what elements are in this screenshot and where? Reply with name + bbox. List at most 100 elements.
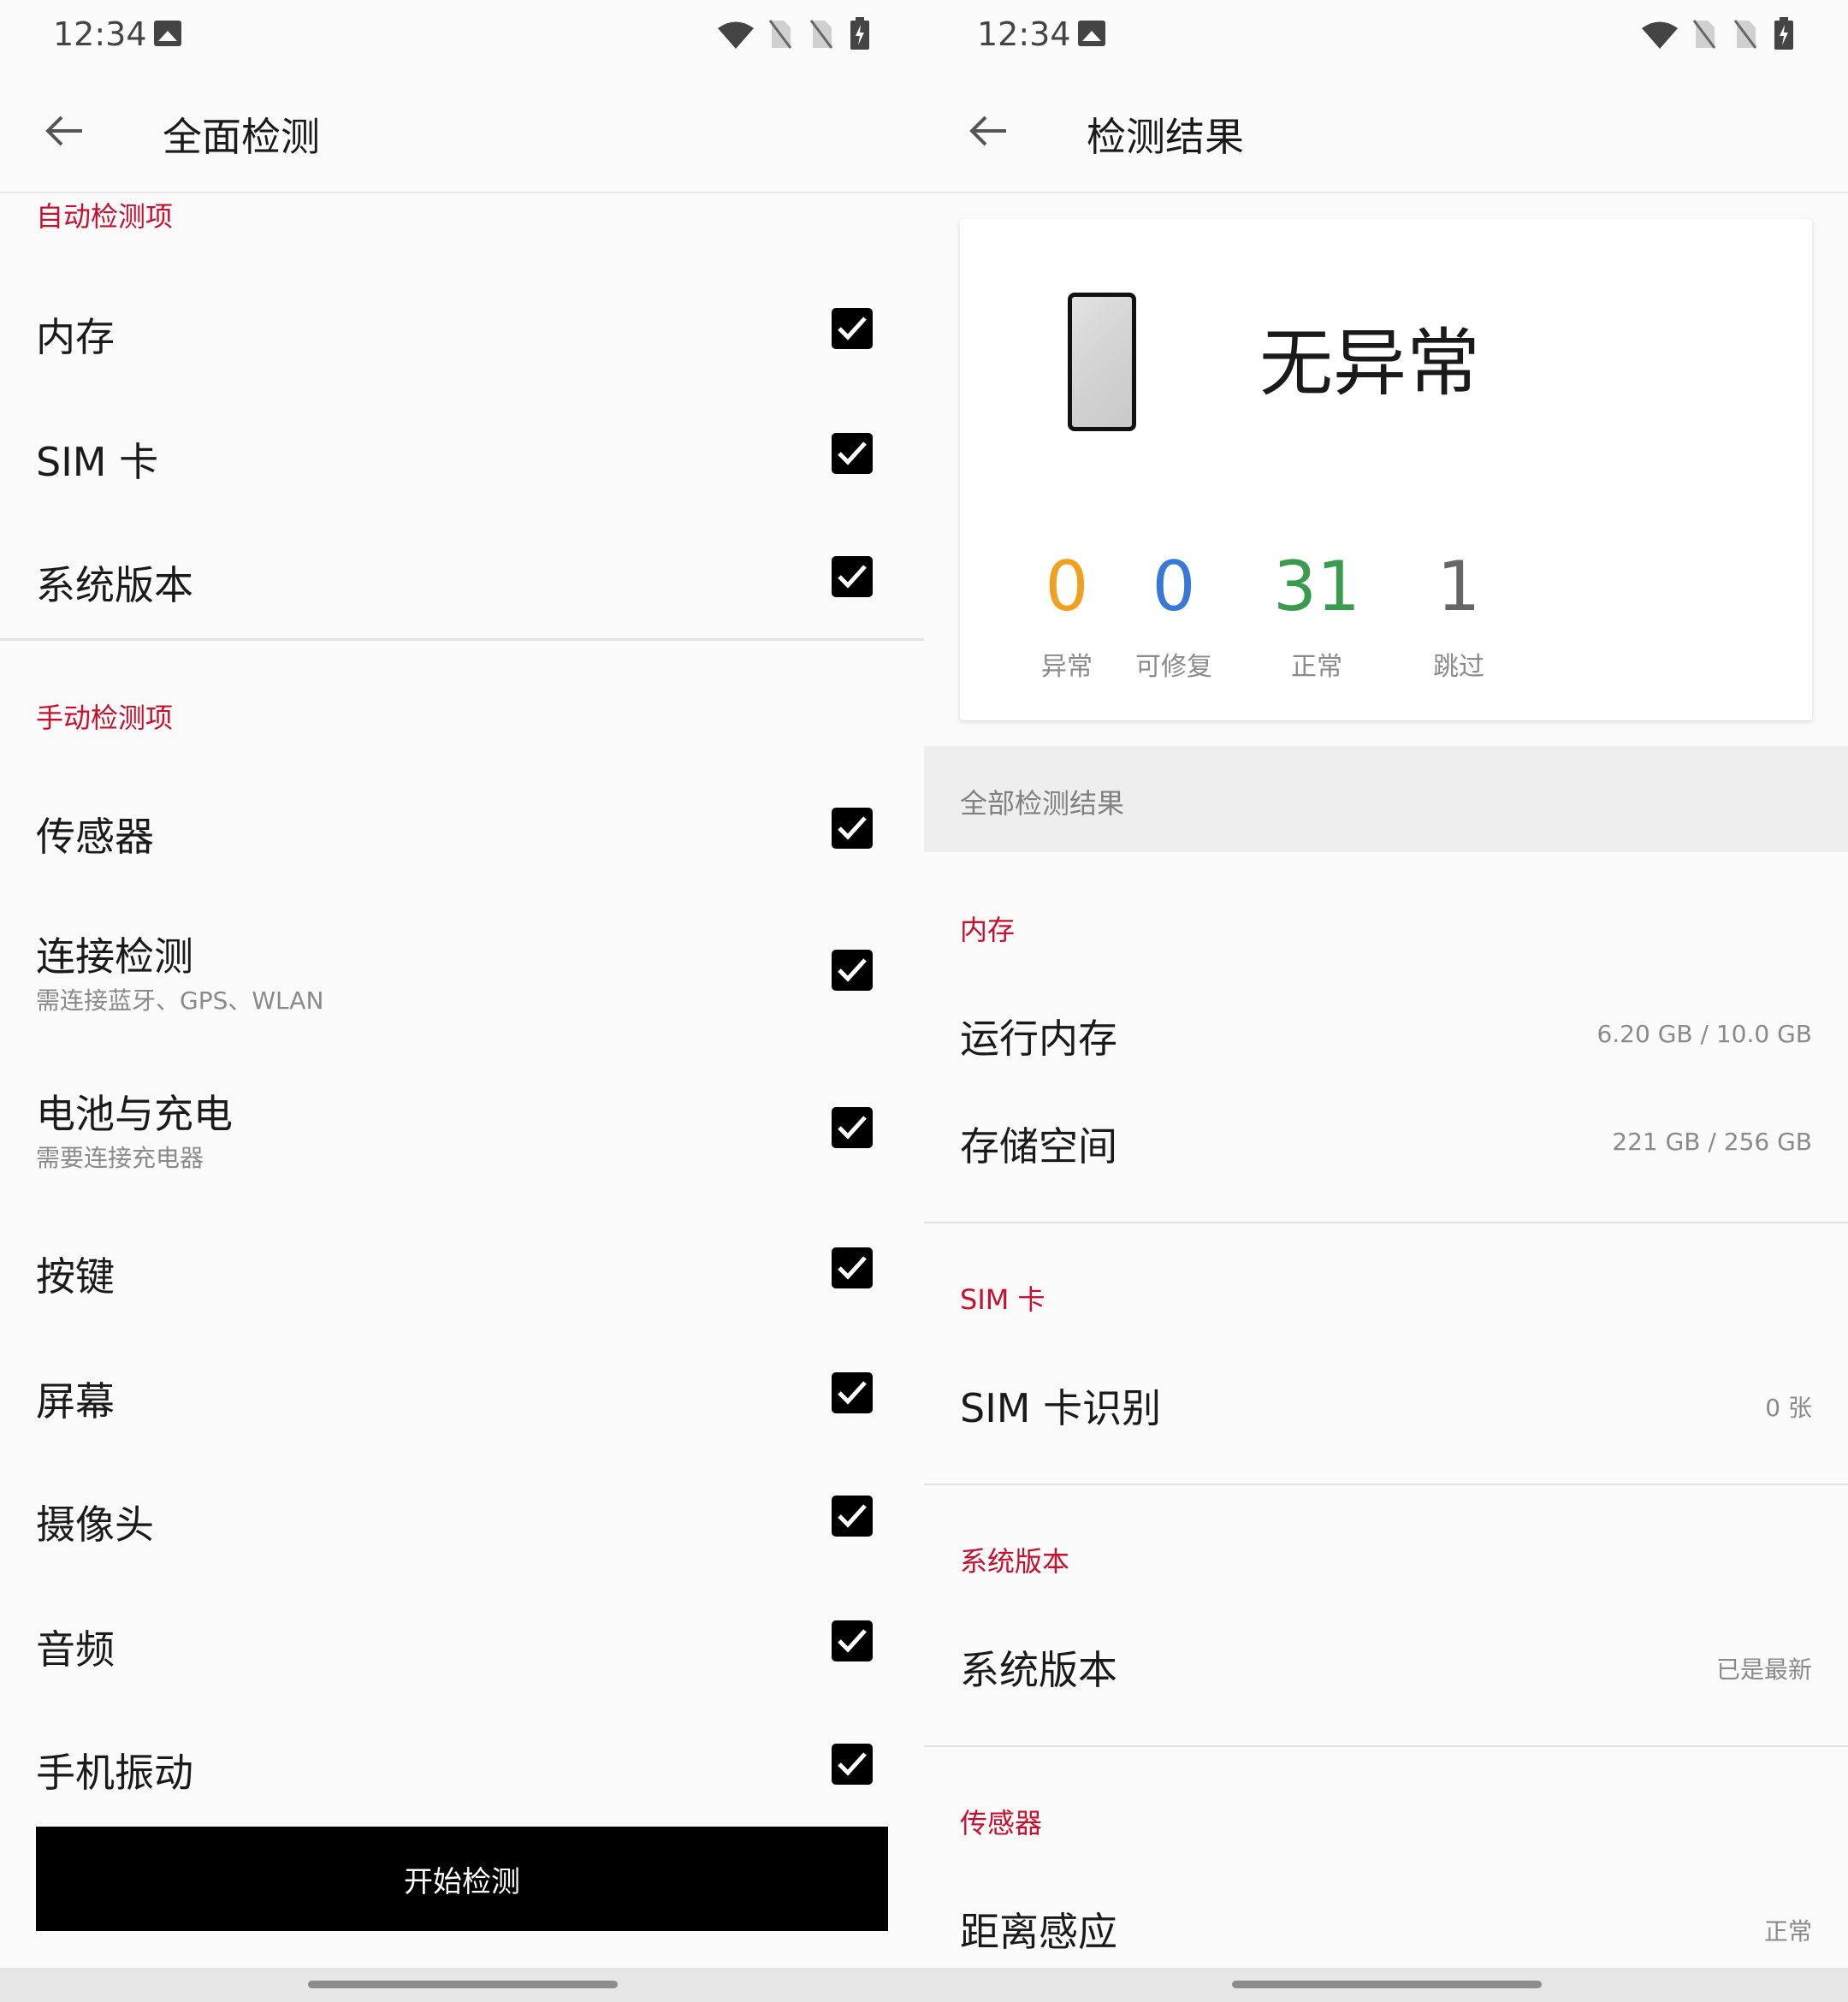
check-item-memory[interactable]: 内存	[0, 270, 924, 390]
section-auto-check: 自动检测项	[36, 200, 174, 233]
section-divider	[924, 1484, 1848, 1485]
result-section-memory: 内存	[960, 914, 1016, 946]
check-item-label: SIM 卡	[36, 439, 159, 485]
checkmark-icon	[838, 441, 867, 465]
wifi-icon	[718, 21, 754, 49]
full-check-screen: 12:34 全面检测 自动检测项 内存 SIM 卡 系统版本 手动检测项 传感器…	[0, 0, 924, 2002]
checkbox-checked[interactable]	[832, 1107, 873, 1148]
wifi-icon	[1642, 21, 1678, 49]
check-item-screen[interactable]: 屏幕	[0, 1335, 924, 1454]
section-divider	[924, 1745, 1848, 1747]
check-item-label: 内存	[36, 314, 115, 360]
check-item-camera[interactable]: 摄像头	[0, 1458, 924, 1578]
app-header: 全面检测	[0, 68, 924, 193]
all-results-header: 全部检测结果	[924, 746, 1848, 852]
status-bar: 12:34	[924, 0, 1848, 68]
stat-value: 1	[1436, 547, 1481, 626]
checkbox-checked[interactable]	[832, 1247, 873, 1288]
page-title: 全面检测	[163, 114, 320, 160]
home-gesture-handle[interactable]	[1232, 1981, 1542, 1988]
no-sim-icon	[768, 20, 792, 49]
checkmark-icon	[838, 1504, 867, 1528]
result-section-sensor: 传感器	[960, 1807, 1043, 1839]
home-gesture-handle[interactable]	[308, 1981, 618, 1988]
check-item-subtitle: 需连接蓝牙、GPS、WLAN	[36, 986, 324, 1015]
battery-charging-icon	[850, 17, 869, 50]
all-results-label: 全部检测结果	[960, 787, 1125, 820]
checkmark-icon	[838, 1629, 867, 1653]
check-item-label: 连接检测	[36, 933, 193, 980]
gesture-nav-bar	[0, 1968, 924, 2002]
checkmark-icon	[838, 816, 867, 840]
check-item-buttons[interactable]: 按键	[0, 1210, 924, 1330]
check-item-label: 屏幕	[36, 1378, 115, 1424]
checkmark-icon	[838, 317, 867, 341]
app-header: 检测结果	[924, 68, 1848, 193]
check-item-label: 音频	[36, 1626, 115, 1673]
checkmark-icon	[838, 1381, 867, 1405]
start-check-button[interactable]: 开始检测	[36, 1827, 888, 1931]
check-item-label: 传感器	[36, 814, 154, 860]
result-item-value: 6.20 GB / 10.0 GB	[1596, 1020, 1812, 1048]
result-section-system-version: 系统版本	[960, 1545, 1070, 1578]
summary-status: 无异常	[1259, 321, 1480, 406]
checkbox-checked[interactable]	[832, 950, 873, 991]
gesture-nav-bar	[924, 1968, 1848, 2002]
result-item-value: 正常	[1763, 1917, 1812, 1946]
result-item-label: 运行内存	[960, 1016, 1117, 1062]
back-arrow-icon[interactable]	[967, 110, 1010, 152]
status-time: 12:34	[977, 15, 1071, 53]
check-item-system-version[interactable]: 系统版本	[0, 518, 924, 638]
section-divider	[924, 1222, 1848, 1223]
checkmark-icon	[838, 565, 867, 589]
checkmark-icon	[838, 1116, 867, 1140]
checkbox-checked[interactable]	[832, 433, 873, 474]
checkmark-icon	[838, 958, 867, 982]
stat-label: 跳过	[1433, 652, 1484, 682]
no-sim-icon	[1733, 20, 1757, 49]
result-item-value: 0 张	[1765, 1394, 1812, 1422]
section-manual-check: 手动检测项	[36, 702, 174, 734]
check-results-screen: 12:34 检测结果 无异常 0 异常 0 可修复 31 正常 1 跳过 全部检…	[924, 0, 1848, 2002]
page-title: 检测结果	[1087, 114, 1244, 160]
result-section-sim: SIM 卡	[960, 1283, 1045, 1316]
check-item-battery[interactable]: 电池与充电 需要连接充电器	[0, 1064, 924, 1210]
status-bar: 12:34	[0, 0, 924, 68]
result-item-value: 221 GB / 256 GB	[1612, 1128, 1812, 1156]
check-item-audio[interactable]: 音频	[0, 1583, 924, 1703]
result-item-label: 系统版本	[960, 1647, 1117, 1693]
stat-skipped[interactable]: 1 跳过	[1356, 553, 1561, 683]
check-item-connection[interactable]: 连接检测 需连接蓝牙、GPS、WLAN	[0, 907, 924, 1052]
checkbox-checked[interactable]	[832, 1496, 873, 1537]
checkbox-checked[interactable]	[832, 308, 873, 349]
result-item-label: SIM 卡识别	[960, 1385, 1162, 1431]
result-item-value: 已是最新	[1715, 1656, 1812, 1684]
back-arrow-icon[interactable]	[43, 110, 86, 152]
checkmark-icon	[838, 1752, 867, 1776]
checkbox-checked[interactable]	[832, 1372, 873, 1413]
result-summary-card: 无异常 0 异常 0 可修复 31 正常 1 跳过	[960, 219, 1812, 720]
gallery-notification-icon	[1078, 21, 1105, 46]
checkmark-icon	[838, 1256, 867, 1280]
checkbox-checked[interactable]	[832, 1744, 873, 1785]
status-time: 12:34	[53, 15, 147, 53]
check-item-vibration[interactable]: 手机振动	[0, 1706, 924, 1826]
checkbox-checked[interactable]	[832, 1620, 873, 1661]
no-sim-icon	[1692, 20, 1716, 49]
check-item-label: 手机振动	[36, 1750, 193, 1796]
section-divider	[0, 638, 924, 641]
check-item-label: 摄像头	[36, 1502, 154, 1548]
phone-illustration-icon	[1068, 293, 1136, 431]
check-item-sim[interactable]: SIM 卡	[0, 395, 924, 515]
no-sim-icon	[809, 20, 833, 49]
check-item-sensor[interactable]: 传感器	[0, 770, 924, 890]
check-item-label: 按键	[36, 1253, 115, 1300]
result-item-label: 存储空间	[960, 1123, 1117, 1170]
battery-charging-icon	[1774, 17, 1793, 50]
check-item-label: 系统版本	[36, 562, 193, 608]
checkbox-checked[interactable]	[832, 808, 873, 849]
gallery-notification-icon	[154, 21, 181, 46]
check-item-subtitle: 需要连接充电器	[36, 1144, 204, 1172]
result-item-label: 距离感应	[960, 1909, 1117, 1955]
checkbox-checked[interactable]	[832, 556, 873, 597]
